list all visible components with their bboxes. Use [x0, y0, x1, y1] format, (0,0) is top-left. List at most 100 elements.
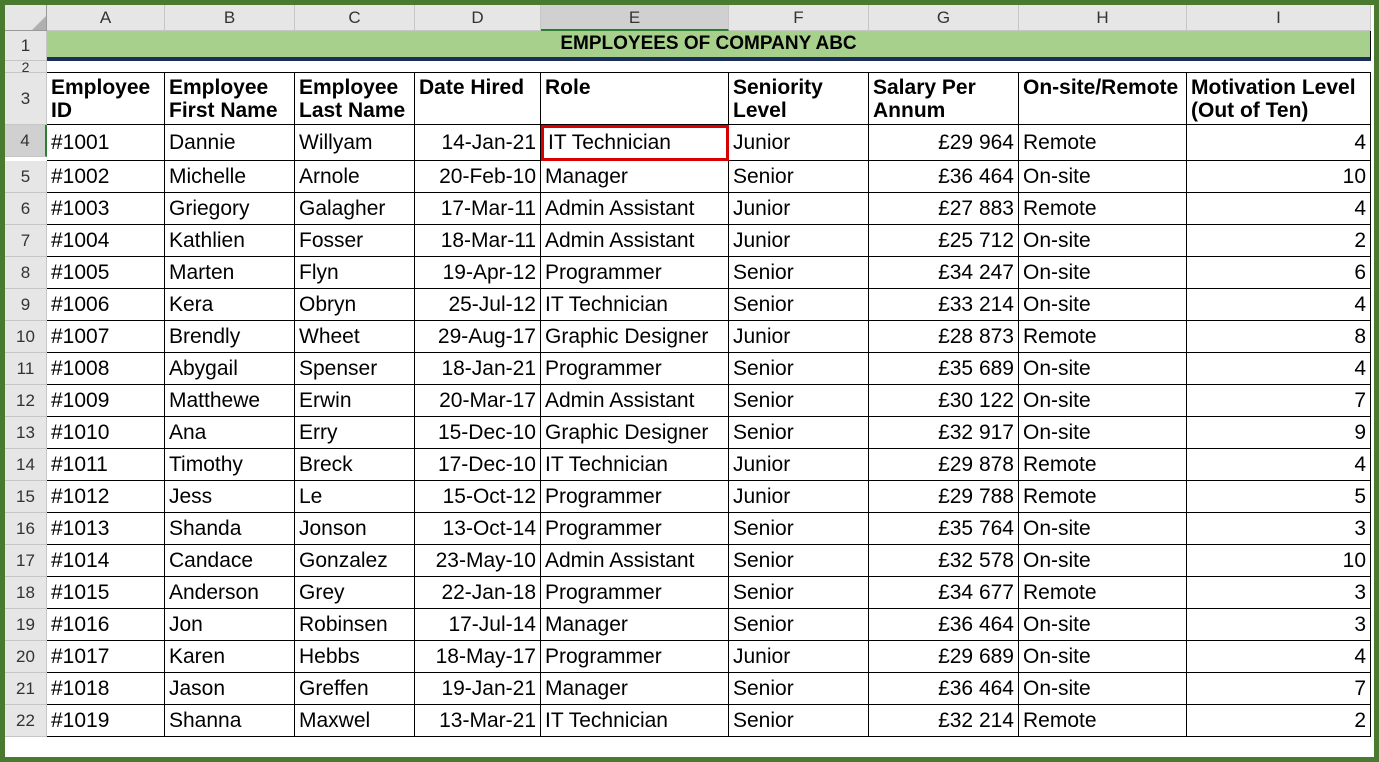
row-header-1[interactable]: 1	[5, 31, 47, 61]
cell-B9[interactable]: Kera	[165, 289, 295, 321]
cell-C13[interactable]: Erry	[295, 417, 415, 449]
cell-D19[interactable]: 17-Jul-14	[415, 609, 541, 641]
cell-G9[interactable]: £33 214	[869, 289, 1019, 321]
cell-C22[interactable]: Maxwel	[295, 705, 415, 737]
cell-F11[interactable]: Senior	[729, 353, 869, 385]
cell-G10[interactable]: £28 873	[869, 321, 1019, 353]
cell-B12[interactable]: Matthewe	[165, 385, 295, 417]
cell-D20[interactable]: 18-May-17	[415, 641, 541, 673]
cell-D14[interactable]: 17-Dec-10	[415, 449, 541, 481]
cell-G8[interactable]: £34 247	[869, 257, 1019, 289]
cell-H17[interactable]: On-site	[1019, 545, 1187, 577]
row-header-20[interactable]: 20	[5, 641, 47, 673]
table-header-G[interactable]: Salary Per Annum	[869, 73, 1019, 125]
cell-A11[interactable]: #1008	[47, 353, 165, 385]
cell-F10[interactable]: Junior	[729, 321, 869, 353]
row-header-12[interactable]: 12	[5, 385, 47, 417]
cell-C8[interactable]: Flyn	[295, 257, 415, 289]
col-header-I[interactable]: I	[1187, 5, 1371, 31]
cell-I16[interactable]: 3	[1187, 513, 1371, 545]
cell-C19[interactable]: Robinsen	[295, 609, 415, 641]
row-header-14[interactable]: 14	[5, 449, 47, 481]
cell-D8[interactable]: 19-Apr-12	[415, 257, 541, 289]
cell-G6[interactable]: £27 883	[869, 193, 1019, 225]
cell-D9[interactable]: 25-Jul-12	[415, 289, 541, 321]
cell-F8[interactable]: Senior	[729, 257, 869, 289]
cell-E8[interactable]: Programmer	[541, 257, 729, 289]
cell-C9[interactable]: Obryn	[295, 289, 415, 321]
cell-B20[interactable]: Karen	[165, 641, 295, 673]
cell-B17[interactable]: Candace	[165, 545, 295, 577]
cell-E18[interactable]: Programmer	[541, 577, 729, 609]
cell-G22[interactable]: £32 214	[869, 705, 1019, 737]
cell-E13[interactable]: Graphic Designer	[541, 417, 729, 449]
cell-F14[interactable]: Junior	[729, 449, 869, 481]
table-header-E[interactable]: Role	[541, 73, 729, 125]
cell-G19[interactable]: £36 464	[869, 609, 1019, 641]
cell-H9[interactable]: On-site	[1019, 289, 1187, 321]
cell-A8[interactable]: #1005	[47, 257, 165, 289]
cell-I4[interactable]: 4	[1187, 125, 1371, 161]
cell-C6[interactable]: Galagher	[295, 193, 415, 225]
cell-F12[interactable]: Senior	[729, 385, 869, 417]
cell-B6[interactable]: Griegory	[165, 193, 295, 225]
row-header-8[interactable]: 8	[5, 257, 47, 289]
cell-A7[interactable]: #1004	[47, 225, 165, 257]
cell-A18[interactable]: #1015	[47, 577, 165, 609]
cell-B18[interactable]: Anderson	[165, 577, 295, 609]
table-header-A[interactable]: Employee ID	[47, 73, 165, 125]
cell-F9[interactable]: Senior	[729, 289, 869, 321]
cell-B5[interactable]: Michelle	[165, 161, 295, 193]
cell-G4[interactable]: £29 964	[869, 125, 1019, 161]
cell-H18[interactable]: Remote	[1019, 577, 1187, 609]
cell-G11[interactable]: £35 689	[869, 353, 1019, 385]
row-header-5[interactable]: 5	[5, 161, 47, 193]
cell-D22[interactable]: 13-Mar-21	[415, 705, 541, 737]
cell-C5[interactable]: Arnole	[295, 161, 415, 193]
cell-F22[interactable]: Senior	[729, 705, 869, 737]
spreadsheet-grid[interactable]: ABCDEFGHI1EMPLOYEES OF COMPANY ABC23Empl…	[5, 5, 1374, 737]
col-header-C[interactable]: C	[295, 5, 415, 31]
row-header-7[interactable]: 7	[5, 225, 47, 257]
row-header-19[interactable]: 19	[5, 609, 47, 641]
cell-F4[interactable]: Junior	[729, 125, 869, 161]
cell-G15[interactable]: £29 788	[869, 481, 1019, 513]
cell-I18[interactable]: 3	[1187, 577, 1371, 609]
cell-B22[interactable]: Shanna	[165, 705, 295, 737]
cell-H13[interactable]: On-site	[1019, 417, 1187, 449]
cell-D16[interactable]: 13-Oct-14	[415, 513, 541, 545]
cell-B19[interactable]: Jon	[165, 609, 295, 641]
cell-H16[interactable]: On-site	[1019, 513, 1187, 545]
cell-B16[interactable]: Shanda	[165, 513, 295, 545]
cell-H4[interactable]: Remote	[1019, 125, 1187, 161]
row-header-15[interactable]: 15	[5, 481, 47, 513]
cell-A15[interactable]: #1012	[47, 481, 165, 513]
cell-D4[interactable]: 14-Jan-21	[415, 125, 541, 161]
cell-F20[interactable]: Junior	[729, 641, 869, 673]
cell-H12[interactable]: On-site	[1019, 385, 1187, 417]
table-header-C[interactable]: Employee Last Name	[295, 73, 415, 125]
cell-I6[interactable]: 4	[1187, 193, 1371, 225]
col-header-H[interactable]: H	[1019, 5, 1187, 31]
cell-G20[interactable]: £29 689	[869, 641, 1019, 673]
cell-C17[interactable]: Gonzalez	[295, 545, 415, 577]
cell-A21[interactable]: #1018	[47, 673, 165, 705]
cell-E14[interactable]: IT Technician	[541, 449, 729, 481]
cell-F21[interactable]: Senior	[729, 673, 869, 705]
col-header-E[interactable]: E	[541, 5, 729, 31]
cell-C7[interactable]: Fosser	[295, 225, 415, 257]
cell-F5[interactable]: Senior	[729, 161, 869, 193]
cell-C20[interactable]: Hebbs	[295, 641, 415, 673]
row-header-22[interactable]: 22	[5, 705, 47, 737]
cell-A22[interactable]: #1019	[47, 705, 165, 737]
cell-E9[interactable]: IT Technician	[541, 289, 729, 321]
cell-A10[interactable]: #1007	[47, 321, 165, 353]
cell-G14[interactable]: £29 878	[869, 449, 1019, 481]
select-all-corner[interactable]	[5, 5, 47, 31]
cell-B7[interactable]: Kathlien	[165, 225, 295, 257]
cell-E17[interactable]: Admin Assistant	[541, 545, 729, 577]
cell-E20[interactable]: Programmer	[541, 641, 729, 673]
cell-F19[interactable]: Senior	[729, 609, 869, 641]
cell-I19[interactable]: 3	[1187, 609, 1371, 641]
cell-A12[interactable]: #1009	[47, 385, 165, 417]
